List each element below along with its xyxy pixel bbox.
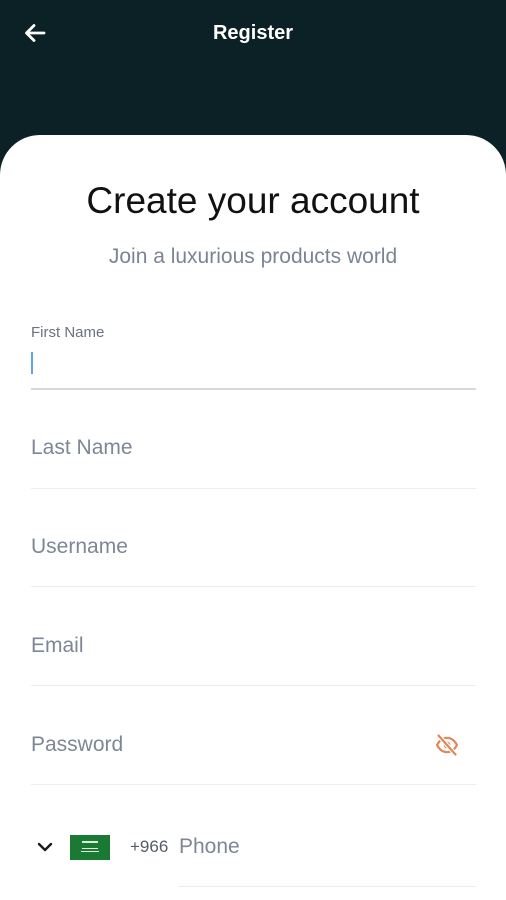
phone-field[interactable]	[179, 815, 476, 887]
phone-underline	[179, 886, 476, 887]
phone-input[interactable]	[179, 815, 459, 879]
saudi-arabia-flag-icon[interactable]	[70, 835, 110, 860]
last-name-underline	[31, 488, 476, 489]
username-underline	[31, 586, 476, 587]
email-underline	[31, 685, 476, 686]
username-field[interactable]	[31, 515, 476, 587]
form-subheading: Join a luxurious products world	[108, 245, 398, 268]
registration-sheet: Create your account Join a luxurious pro…	[0, 135, 506, 900]
phone-row: +966	[31, 815, 476, 887]
first-name-label: First Name	[31, 324, 105, 341]
page-title: Register	[212, 22, 294, 44]
password-underline	[31, 784, 476, 785]
password-field[interactable]	[31, 713, 476, 785]
first-name-field[interactable]: First Name	[31, 324, 476, 390]
last-name-input[interactable]	[31, 416, 411, 480]
app-header: Register	[0, 0, 506, 140]
chevron-down-icon	[37, 842, 53, 852]
first-name-input[interactable]	[37, 344, 417, 384]
password-input[interactable]	[31, 713, 411, 777]
email-field[interactable]	[31, 614, 476, 686]
first-name-underline	[31, 388, 476, 390]
last-name-field[interactable]	[31, 416, 476, 489]
text-cursor	[31, 352, 33, 374]
form-heading: Create your account	[86, 180, 420, 221]
email-input[interactable]	[31, 614, 411, 678]
eye-off-icon	[435, 733, 459, 757]
username-input[interactable]	[31, 515, 411, 579]
password-visibility-toggle[interactable]	[434, 732, 460, 758]
country-dial-code: +966	[130, 837, 169, 856]
country-dropdown-button[interactable]	[35, 837, 55, 857]
